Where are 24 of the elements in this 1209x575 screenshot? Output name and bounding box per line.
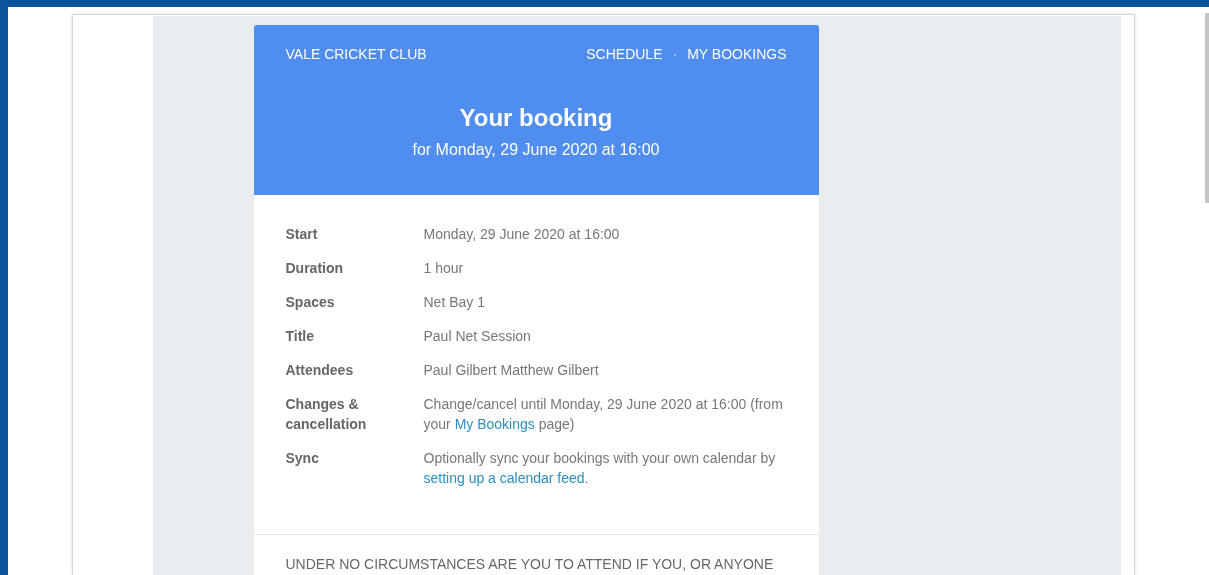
nav-separator: · xyxy=(672,45,678,64)
text-link[interactable]: My Bookings xyxy=(454,416,535,432)
text-link[interactable]: setting up a calendar feed xyxy=(423,470,585,486)
detail-value: 1 hour xyxy=(423,259,465,278)
scrollbar-thumb[interactable] xyxy=(1205,13,1209,203)
club-name: VALE CRICKET CLUB xyxy=(285,45,427,64)
notice-text: UNDER NO CIRCUMSTANCES ARE YOU TO ATTEND IF YOU, OR ANYONE xyxy=(285,556,775,572)
detail-label: Start xyxy=(285,225,319,244)
detail-value: Paul Net Session xyxy=(423,327,532,346)
detail-value: Paul Gilbert Matthew Gilbert xyxy=(423,361,600,380)
nav-link[interactable]: MY BOOKINGS xyxy=(687,44,787,65)
booking-subtitle: for Monday, 29 June 2020 at 16:00 xyxy=(411,140,661,160)
booking-title: Your booking xyxy=(458,103,614,133)
detail-value: Net Bay 1 xyxy=(423,293,486,312)
detail-value: Optionally sync your bookings with your own calendar by setting up a calendar feed. xyxy=(423,449,777,488)
detail-label: Attendees xyxy=(285,361,355,380)
detail-label: Title xyxy=(285,327,316,346)
detail-value: Monday, 29 June 2020 at 16:00 xyxy=(423,225,621,244)
nav-link[interactable]: SCHEDULE xyxy=(586,44,663,65)
detail-label: Changes & cancellation xyxy=(285,395,368,434)
detail-value: Change/cancel until Monday, 29 June 2020 at 16:00 (from your My Bookings page) xyxy=(423,395,784,434)
detail-label: Sync xyxy=(285,449,320,468)
detail-label: Duration xyxy=(285,259,345,278)
detail-label: Spaces xyxy=(285,293,336,312)
